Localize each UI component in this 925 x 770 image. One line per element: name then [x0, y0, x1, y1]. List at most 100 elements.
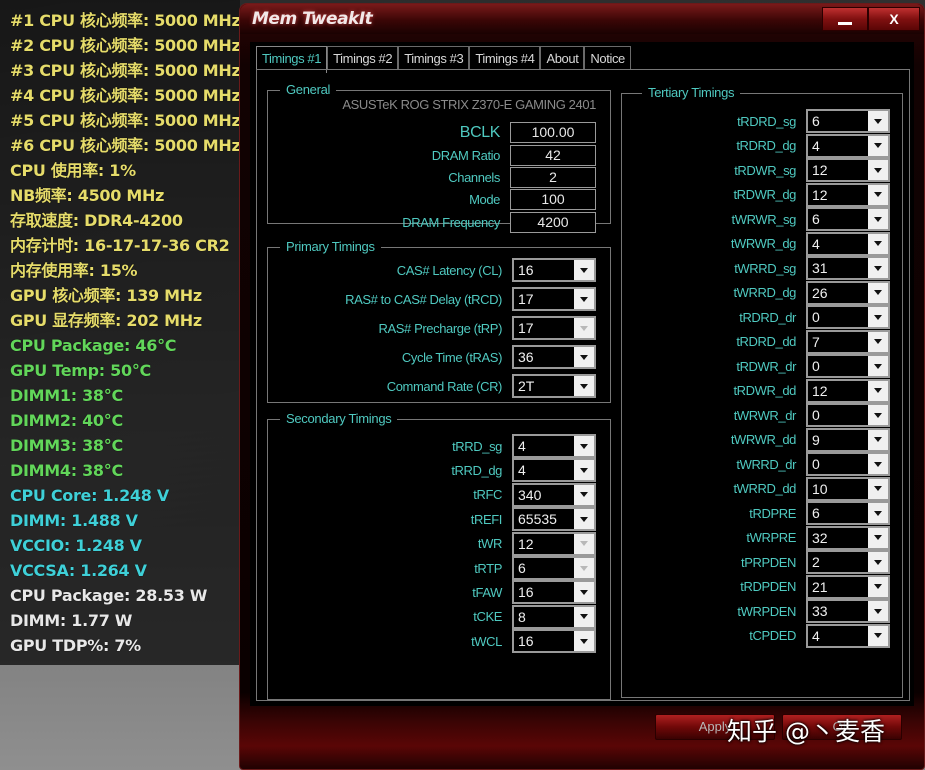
tab-about[interactable]: About — [540, 46, 585, 70]
timing-dropdown[interactable]: 2 — [806, 550, 890, 574]
chevron-down-icon — [874, 559, 882, 565]
timing-dropdown[interactable]: 8 — [512, 604, 596, 629]
dropdown-arrow-button[interactable] — [868, 527, 888, 548]
timing-dropdown[interactable]: 4 — [512, 434, 596, 458]
timing-dropdown[interactable]: 16 — [512, 629, 596, 654]
timing-row: tWRRD_dd 10 — [733, 476, 890, 501]
tab-notice[interactable]: Notice — [584, 46, 631, 70]
timing-row: tCKE 8 — [473, 604, 596, 629]
timing-dropdown[interactable]: 4 — [512, 458, 596, 483]
timing-row: RAS# to CAS# Delay (tRCD) 17 — [345, 287, 596, 311]
dropdown-arrow-button[interactable] — [574, 606, 594, 627]
dropdown-arrow-button[interactable] — [574, 436, 594, 456]
timing-value: 21 — [812, 578, 828, 595]
timing-dropdown[interactable]: 36 — [512, 345, 596, 369]
timing-dropdown[interactable]: 4 — [806, 623, 890, 648]
dropdown-arrow-button[interactable] — [574, 460, 594, 481]
timing-dropdown[interactable]: 340 — [512, 482, 596, 507]
dropdown-arrow-button[interactable] — [868, 552, 888, 572]
dropdown-arrow-button[interactable] — [868, 625, 888, 646]
title-bar[interactable]: Mem TweakIt X — [240, 4, 924, 34]
osd-line: GPU 核心频率: 139 MHz — [10, 286, 202, 305]
dropdown-arrow-button[interactable] — [868, 184, 888, 205]
timing-dropdown[interactable]: 17 — [512, 287, 596, 311]
dropdown-arrow-button[interactable] — [574, 347, 594, 367]
dropdown-arrow-button[interactable] — [868, 160, 888, 180]
tab-timings-3[interactable]: Timings #3 — [398, 46, 470, 70]
timing-row: tWRWR_dr 0 — [734, 403, 890, 427]
timing-dropdown[interactable]: 0 — [806, 452, 890, 476]
dropdown-arrow-button[interactable] — [574, 631, 594, 652]
close-button[interactable]: X — [868, 7, 920, 31]
dropdown-arrow-button[interactable] — [868, 258, 888, 278]
timing-dropdown[interactable]: 6 — [806, 207, 890, 231]
timing-dropdown[interactable]: 65535 — [512, 507, 596, 532]
timing-label: tRDWR_dr — [736, 358, 796, 374]
timing-row: tREFI 65535 — [471, 507, 596, 532]
dropdown-arrow-button[interactable] — [868, 135, 888, 156]
dropdown-arrow-button[interactable] — [868, 331, 888, 352]
dropdown-arrow-button[interactable] — [868, 380, 888, 401]
field-value: 4200 — [510, 212, 596, 233]
dropdown-arrow-button[interactable] — [574, 484, 594, 505]
timing-label: tRDRD_dd — [736, 334, 796, 349]
dropdown-arrow-button[interactable] — [868, 209, 888, 229]
dropdown-arrow-button[interactable] — [574, 509, 594, 530]
dropdown-arrow-button[interactable] — [868, 233, 888, 254]
timing-dropdown[interactable]: 33 — [806, 599, 890, 623]
timing-row: Command Rate (CR) 2T — [387, 374, 596, 398]
timing-dropdown[interactable]: 31 — [806, 256, 890, 280]
tab-timings-2[interactable]: Timings #2 — [327, 46, 399, 70]
timing-dropdown[interactable]: 26 — [806, 280, 890, 305]
osd-line: VCCSA: 1.264 V — [10, 561, 147, 580]
group-general: General ASUSTeK ROG STRIX Z370-E GAMING … — [267, 82, 611, 233]
timing-dropdown[interactable]: 4 — [806, 231, 890, 256]
field-label: Channels — [448, 170, 500, 185]
timing-value: 31 — [812, 260, 828, 276]
timing-dropdown[interactable]: 4 — [806, 133, 890, 158]
tab-bar: Timings #1 Timings #2 Timings #3 Timings #4… — [256, 46, 631, 73]
timing-dropdown[interactable]: 10 — [806, 476, 890, 501]
timing-dropdown[interactable]: 6 — [806, 501, 890, 525]
dropdown-arrow-button[interactable] — [574, 376, 594, 396]
dropdown-arrow-button[interactable] — [868, 307, 888, 327]
timing-value: 16 — [518, 633, 534, 650]
timing-dropdown[interactable]: 0 — [806, 403, 890, 427]
timing-dropdown[interactable]: 2T — [512, 374, 596, 398]
osd-line: CPU Core: 1.248 V — [10, 486, 169, 505]
dropdown-arrow-button[interactable] — [868, 405, 888, 425]
timing-dropdown[interactable]: 12 — [806, 378, 890, 403]
timing-dropdown[interactable]: 21 — [806, 574, 890, 599]
timing-dropdown[interactable]: 7 — [806, 329, 890, 354]
dropdown-arrow-button[interactable] — [868, 429, 888, 450]
timing-dropdown[interactable]: 16 — [512, 580, 596, 605]
timing-dropdown[interactable]: 0 — [806, 305, 890, 329]
dropdown-arrow-button[interactable] — [868, 503, 888, 523]
dropdown-arrow-button[interactable] — [574, 289, 594, 309]
timing-dropdown[interactable]: 9 — [806, 427, 890, 452]
timing-dropdown[interactable]: 12 — [806, 182, 890, 207]
timing-dropdown[interactable]: 12 — [806, 158, 890, 182]
dropdown-arrow-button[interactable] — [574, 260, 594, 280]
timing-dropdown[interactable]: 0 — [806, 354, 890, 378]
minimize-button[interactable] — [822, 7, 868, 31]
dropdown-arrow-button[interactable] — [868, 478, 888, 499]
chevron-down-icon — [580, 267, 588, 273]
timing-label: tRDWR_sg — [734, 162, 796, 178]
timing-label: tRDRD_dg — [736, 138, 796, 153]
dropdown-arrow-button[interactable] — [868, 601, 888, 621]
timing-dropdown[interactable]: 16 — [512, 258, 596, 282]
dropdown-arrow-button[interactable] — [868, 454, 888, 474]
dropdown-arrow-button[interactable] — [574, 582, 594, 603]
dropdown-arrow-button[interactable] — [868, 282, 888, 303]
dropdown-arrow-button[interactable] — [868, 111, 888, 131]
timing-dropdown[interactable]: 6 — [806, 109, 890, 133]
timing-value: 12 — [518, 535, 534, 552]
timing-label: tWRWR_dd — [730, 432, 797, 447]
tab-timings-4[interactable]: Timings #4 — [469, 46, 541, 70]
dropdown-arrow-button[interactable] — [868, 576, 888, 597]
dropdown-arrow-button[interactable] — [868, 356, 888, 376]
timing-row: tFAW 16 — [472, 580, 596, 605]
timing-dropdown[interactable]: 32 — [806, 525, 890, 550]
timing-value: 7 — [812, 333, 820, 350]
